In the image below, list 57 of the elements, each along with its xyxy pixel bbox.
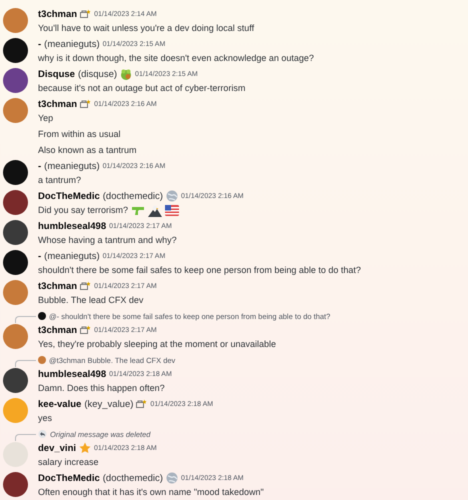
message-text: Yep bbox=[38, 112, 54, 125]
user-handle: (key_value) bbox=[84, 398, 134, 410]
user-handle: (docthemedic) bbox=[102, 190, 163, 202]
avatar[interactable] bbox=[3, 220, 28, 245]
avatar[interactable] bbox=[3, 368, 28, 393]
username[interactable]: t3chman bbox=[38, 8, 78, 20]
message-text: because it's not an outage but act of cyber-terrorism bbox=[38, 82, 246, 95]
message-text: You'll have to wait unless you're a dev doing local stuff bbox=[38, 22, 254, 35]
username[interactable]: Disquse bbox=[38, 68, 75, 80]
message-text: Did you say terrorism? bbox=[38, 204, 128, 217]
globe-icon bbox=[166, 472, 178, 484]
avatar[interactable] bbox=[3, 38, 28, 63]
message-text: Bubble. The lead CFX dev bbox=[38, 294, 144, 307]
username[interactable]: DocTheMedic bbox=[38, 472, 100, 484]
flag-icon bbox=[165, 205, 180, 216]
username[interactable]: t3chman bbox=[38, 324, 78, 336]
badge-icon bbox=[80, 99, 92, 109]
message-text: why is it down though, the site doesn't even acknowledge an outage? bbox=[38, 52, 314, 65]
reply-icon bbox=[38, 430, 47, 438]
badge-icon bbox=[80, 325, 92, 335]
frog-icon bbox=[120, 68, 132, 80]
message-text: yes bbox=[38, 412, 52, 425]
message-text: a tantrum? bbox=[38, 174, 82, 187]
badge-icon bbox=[80, 9, 92, 19]
message-text: Yes, they're probably sleeping at the moment or unavailable bbox=[38, 338, 276, 351]
user-handle: (disquse) bbox=[78, 68, 118, 80]
message-text: Whose having a tantrum and why? bbox=[38, 234, 177, 247]
user-handle: (meanieguts) bbox=[44, 250, 100, 262]
username[interactable]: dev_vini bbox=[38, 442, 76, 454]
message-text: Also known as a tantrum bbox=[38, 144, 137, 157]
message-text: Damn. Does this happen often? bbox=[38, 382, 165, 395]
username[interactable]: - bbox=[38, 160, 42, 172]
username[interactable]: DocTheMedic bbox=[38, 190, 100, 202]
username[interactable]: - bbox=[38, 250, 42, 262]
avatar[interactable] bbox=[3, 190, 28, 215]
badge-icon bbox=[80, 281, 92, 291]
avatar[interactable] bbox=[3, 160, 28, 185]
user-handle: (meanieguts) bbox=[44, 160, 100, 172]
badge-icon bbox=[136, 399, 148, 409]
username[interactable]: kee-value bbox=[38, 398, 82, 410]
username[interactable]: t3chman bbox=[38, 280, 78, 292]
username[interactable]: t3chman bbox=[38, 98, 78, 110]
globe-icon bbox=[166, 190, 178, 202]
message-text: shouldn't there be some fail safes to keep one person from being able to do that? bbox=[38, 264, 361, 277]
user-handle: (docthemedic) bbox=[102, 472, 163, 484]
avatar[interactable] bbox=[3, 68, 28, 93]
message-text: Often enough that it has it's own name "mood takedown" bbox=[38, 486, 264, 499]
username[interactable]: - bbox=[38, 38, 42, 50]
star-icon bbox=[79, 442, 92, 454]
avatar[interactable] bbox=[3, 472, 28, 497]
username[interactable]: humbleseal498 bbox=[38, 220, 106, 232]
message-text: From within as usual bbox=[38, 128, 121, 141]
user-handle: (meanieguts) bbox=[44, 38, 100, 50]
message-text: salary increase bbox=[38, 456, 99, 469]
avatar[interactable] bbox=[3, 250, 28, 275]
username[interactable]: humbleseal498 bbox=[38, 368, 106, 380]
water-gun-icon bbox=[131, 204, 146, 216]
